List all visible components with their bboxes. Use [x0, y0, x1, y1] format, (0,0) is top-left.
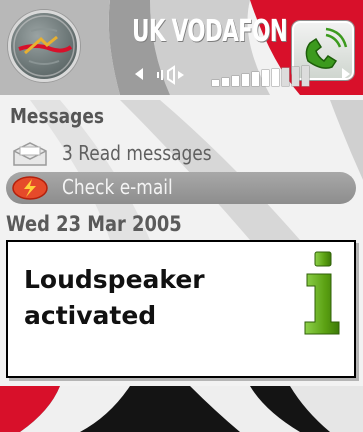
- selection-highlight: [6, 172, 356, 204]
- nav-right-arrow-icon[interactable]: [342, 68, 350, 80]
- list-header: Messages: [10, 104, 104, 128]
- idle-list: Messages 3 Read messages Check e-mail We…: [0, 100, 363, 240]
- volume-bar: [282, 68, 289, 86]
- nav-left-arrow-icon[interactable]: [135, 68, 143, 80]
- list-item-check-email[interactable]: Check e-mail: [6, 172, 356, 204]
- wallpaper-bottom: [0, 386, 363, 432]
- list-item-read-messages[interactable]: 3 Read messages: [6, 138, 356, 170]
- operator-name: UK VODAFON: [132, 14, 288, 49]
- status-pane: UK VODAFON: [0, 0, 363, 100]
- volume-bar: [262, 70, 269, 86]
- volume-bar: [232, 76, 239, 86]
- volume-bar: [212, 80, 219, 86]
- volume-bar: [302, 66, 309, 86]
- phone-screen: UK VODAFON Messages 3 Read messages Chec…: [0, 0, 363, 432]
- speaker-volume-icon: [157, 65, 184, 85]
- volume-bar: [292, 67, 299, 86]
- list-item-label: Check e-mail: [62, 175, 173, 199]
- email-lightning-icon: [12, 176, 48, 200]
- envelope-icon: [13, 142, 47, 166]
- volume-bar: [242, 74, 249, 86]
- volume-bar: [272, 69, 279, 86]
- date-label: Wed 23 Mar 2005: [6, 212, 182, 236]
- info-note-text: Loudspeaker activated: [24, 265, 205, 330]
- volume-bar: [222, 78, 229, 86]
- info-i-icon: [304, 251, 340, 335]
- list-item-label: 3 Read messages: [62, 141, 212, 165]
- vodafone-globe-logo-icon: [8, 10, 80, 82]
- volume-level-bars[interactable]: [212, 64, 309, 86]
- info-note-popup[interactable]: Loudspeaker activated: [6, 240, 356, 378]
- volume-bar: [252, 72, 259, 86]
